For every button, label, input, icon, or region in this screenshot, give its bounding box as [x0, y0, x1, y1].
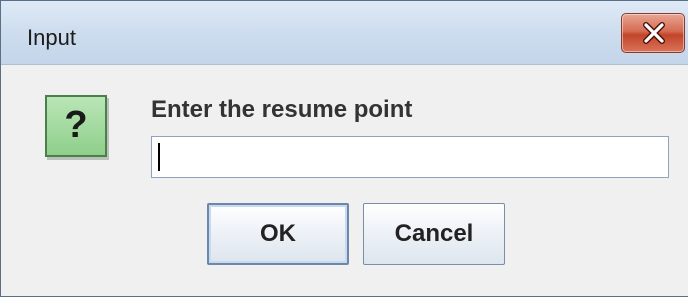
question-icon: ? — [45, 95, 107, 157]
dialog-content: ? Enter the resume point OK Cancel — [1, 65, 688, 296]
ok-button[interactable]: OK — [207, 203, 349, 265]
prompt-label: Enter the resume point — [151, 96, 413, 123]
close-icon — [643, 22, 665, 44]
window-title: Input — [27, 25, 76, 50]
close-button[interactable] — [621, 13, 685, 53]
question-symbol: ? — [64, 104, 88, 146]
cancel-button[interactable]: Cancel — [363, 203, 505, 265]
resume-point-input[interactable] — [151, 136, 669, 178]
input-dialog-window: Input ? Enter the resume point OK Cancel — [0, 0, 688, 297]
title-bar[interactable]: Input — [1, 1, 688, 65]
text-caret — [158, 143, 160, 171]
